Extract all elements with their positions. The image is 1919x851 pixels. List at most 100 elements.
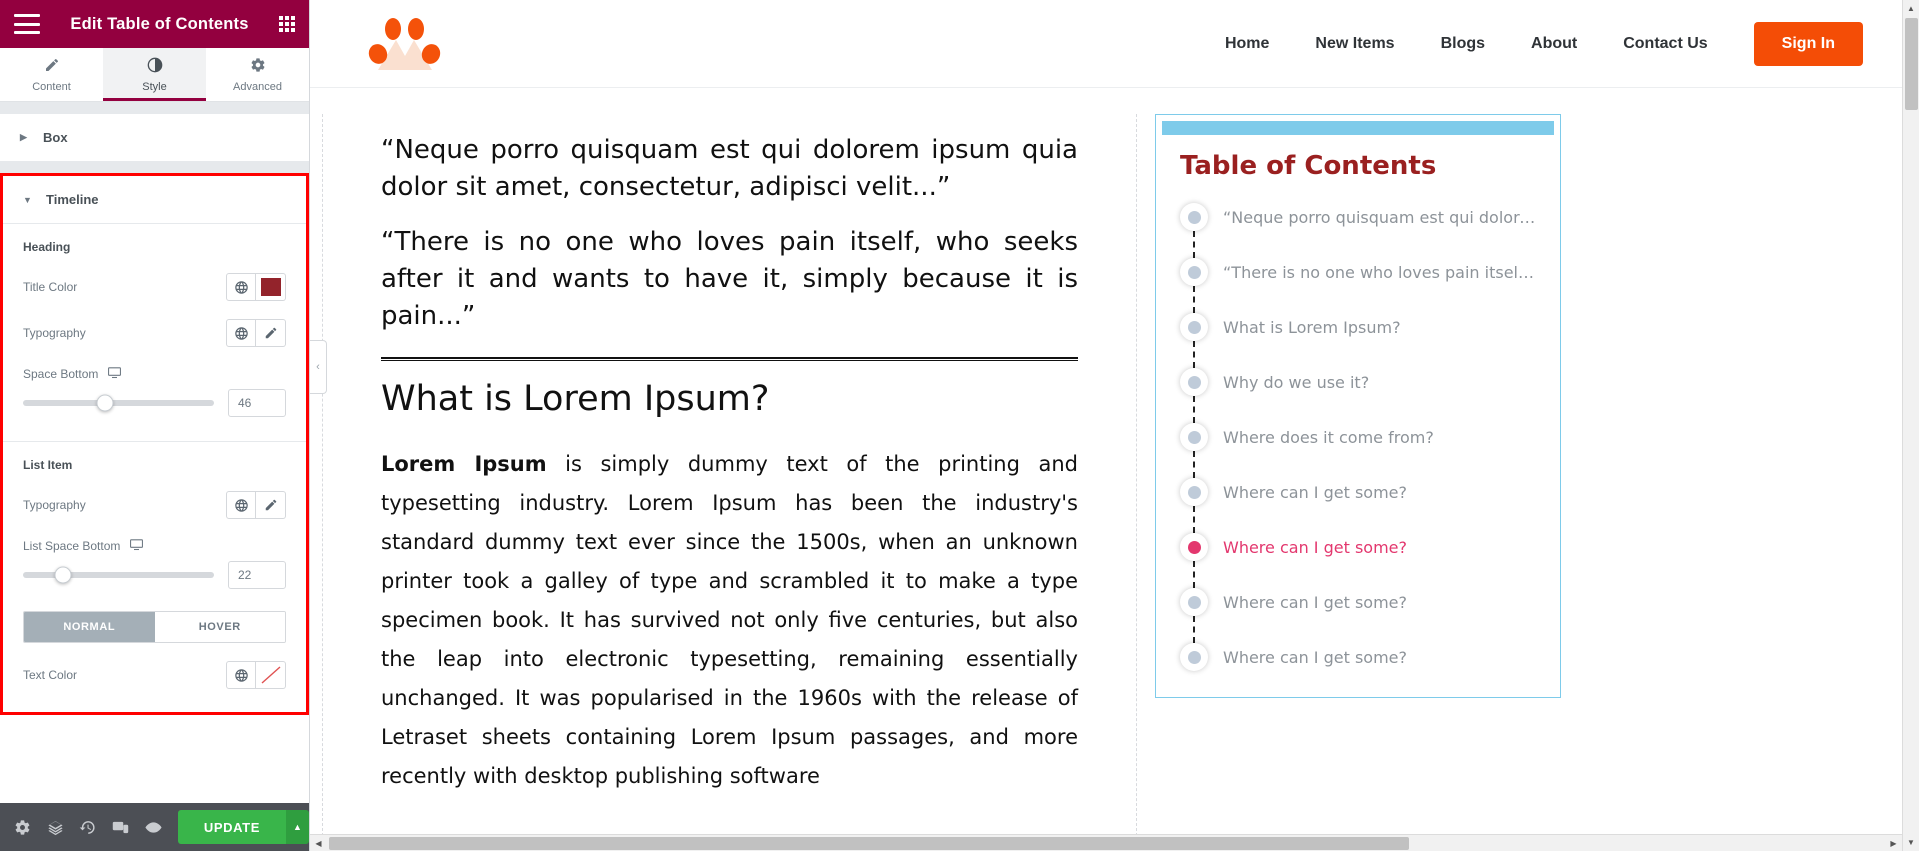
accordion-timeline[interactable]: ▼ Timeline bbox=[3, 176, 306, 223]
toc-item-dot-icon bbox=[1187, 210, 1201, 224]
toc-list-item[interactable]: Where can I get some? bbox=[1180, 588, 1536, 643]
toc-list-item[interactable]: Where can I get some? bbox=[1180, 478, 1536, 533]
group-label-heading: Heading bbox=[23, 240, 71, 254]
toc-item-marker bbox=[1180, 203, 1208, 231]
toc-item-dot-icon bbox=[1187, 430, 1201, 444]
preview-eye-icon[interactable] bbox=[137, 803, 170, 851]
desktop-icon[interactable] bbox=[129, 537, 144, 555]
nav-item-new-items[interactable]: New Items bbox=[1315, 35, 1394, 53]
toc-connector-line bbox=[1193, 506, 1195, 533]
toc-item-label: Where can I get some? bbox=[1223, 592, 1407, 612]
row-text-color: Text Color bbox=[23, 647, 286, 698]
globe-icon[interactable] bbox=[226, 661, 256, 689]
toc-item-dot-icon bbox=[1187, 485, 1201, 499]
row-heading-typography: Typography bbox=[23, 310, 286, 356]
color-chip-empty bbox=[260, 666, 281, 684]
toc-title: Table of Contents bbox=[1180, 151, 1437, 181]
toc-connector-line bbox=[1193, 341, 1195, 368]
toc-item-label: Where can I get some? bbox=[1223, 482, 1407, 502]
toc-connector-line bbox=[1193, 396, 1195, 423]
tab-style[interactable]: Style bbox=[103, 48, 206, 101]
responsive-mode-icon[interactable] bbox=[104, 803, 137, 851]
space-bottom-slider[interactable] bbox=[23, 394, 214, 412]
brand-logo[interactable] bbox=[366, 16, 444, 72]
article-quote-1: “Neque porro quisquam est qui dolorem ip… bbox=[381, 135, 1078, 202]
globe-icon[interactable] bbox=[226, 319, 256, 347]
panel-tabs: Content Style Advanced bbox=[0, 48, 309, 102]
text-color-swatch[interactable] bbox=[256, 661, 286, 689]
accordion-timeline-label: Timeline bbox=[46, 192, 99, 207]
timeline-controls: Heading Title Color Typography Space Bot… bbox=[3, 224, 306, 441]
site-nav: Home New Items Blogs About Contact Us Si… bbox=[444, 21, 1919, 66]
scroll-up-arrow-icon[interactable]: ▲ bbox=[1903, 0, 1919, 17]
toc-body: Table of Contents “Neque porro quisquam … bbox=[1162, 135, 1554, 691]
desktop-icon[interactable] bbox=[107, 365, 122, 383]
tab-advanced-label: Advanced bbox=[233, 80, 282, 93]
nav-item-about[interactable]: About bbox=[1531, 35, 1577, 53]
space-bottom-input[interactable]: 46 bbox=[228, 389, 286, 417]
toc-list-item[interactable]: Why do we use it? bbox=[1180, 368, 1536, 423]
list-space-bottom-slider[interactable] bbox=[23, 566, 214, 584]
timeline-section-highlight: ▼ Timeline Heading Title Color Typograph… bbox=[0, 173, 309, 715]
toc-list-item[interactable]: What is Lorem Ipsum? bbox=[1180, 313, 1536, 368]
toc-list-item[interactable]: “There is no one who loves pain itself, … bbox=[1180, 258, 1536, 313]
history-icon[interactable] bbox=[72, 803, 105, 851]
sign-in-button[interactable]: Sign In bbox=[1753, 21, 1863, 66]
scroll-right-arrow-icon[interactable]: ▶ bbox=[1885, 839, 1902, 848]
toc-item-dot-icon bbox=[1187, 320, 1201, 334]
tab-hover[interactable]: HOVER bbox=[154, 612, 285, 642]
horizontal-scroll-thumb[interactable] bbox=[329, 837, 1409, 850]
slider-knob[interactable] bbox=[96, 394, 114, 412]
accordion-box-label: Box bbox=[43, 130, 68, 145]
globe-icon[interactable] bbox=[226, 273, 256, 301]
update-options-caret-icon[interactable]: ▲ bbox=[286, 810, 310, 844]
slider-knob[interactable] bbox=[54, 566, 72, 584]
toc-item-label: Where can I get some? bbox=[1223, 647, 1407, 667]
hamburger-icon[interactable] bbox=[14, 14, 40, 34]
list-space-bottom-input[interactable]: 22 bbox=[228, 561, 286, 589]
scroll-left-arrow-icon[interactable]: ◀ bbox=[310, 839, 327, 848]
horizontal-scrollbar[interactable]: ◀ ▶ bbox=[310, 834, 1902, 851]
apps-grid-icon[interactable] bbox=[279, 16, 295, 32]
toc-item-dot-icon bbox=[1187, 375, 1201, 389]
toc-item-marker bbox=[1180, 533, 1208, 561]
tab-content[interactable]: Content bbox=[0, 48, 103, 101]
toc-list-item[interactable]: “Neque porro quisquam est qui dolorem i.… bbox=[1180, 203, 1536, 258]
toc-item-marker bbox=[1180, 588, 1208, 616]
nav-item-contact-us[interactable]: Contact Us bbox=[1623, 35, 1707, 53]
nav-item-blogs[interactable]: Blogs bbox=[1441, 35, 1485, 53]
site-preview: Home New Items Blogs About Contact Us Si… bbox=[310, 0, 1919, 851]
label-heading-typography: Typography bbox=[23, 326, 86, 340]
toc-connector-line bbox=[1193, 231, 1195, 258]
pencil-icon[interactable] bbox=[256, 491, 286, 519]
table-of-contents-widget[interactable]: Table of Contents “Neque porro quisquam … bbox=[1155, 114, 1561, 698]
scroll-down-arrow-icon[interactable]: ▼ bbox=[1903, 834, 1919, 851]
tab-normal[interactable]: NORMAL bbox=[24, 612, 155, 642]
vertical-scrollbar[interactable]: ▲ ▼ bbox=[1902, 0, 1919, 851]
layers-navigator-icon[interactable] bbox=[39, 803, 72, 851]
panel-collapse-handle[interactable]: ‹ bbox=[310, 340, 327, 394]
nav-item-home[interactable]: Home bbox=[1225, 35, 1269, 53]
globe-icon[interactable] bbox=[226, 491, 256, 519]
section-spacer bbox=[0, 102, 309, 114]
update-button[interactable]: UPDATE bbox=[177, 810, 286, 844]
toc-list: “Neque porro quisquam est qui dolorem i.… bbox=[1180, 203, 1536, 671]
tab-advanced[interactable]: Advanced bbox=[206, 48, 309, 101]
toc-item-marker bbox=[1180, 258, 1208, 286]
toc-list-item[interactable]: Where does it come from? bbox=[1180, 423, 1536, 478]
toc-item-marker bbox=[1180, 368, 1208, 396]
article-divider bbox=[381, 356, 1078, 361]
accordion-box[interactable]: ▶ Box bbox=[0, 114, 309, 161]
vertical-scroll-thumb[interactable] bbox=[1905, 18, 1918, 110]
toc-list-item[interactable]: Where can I get some? bbox=[1180, 643, 1536, 671]
article-column: “Neque porro quisquam est qui dolorem ip… bbox=[322, 114, 1137, 851]
settings-gear-icon[interactable] bbox=[6, 803, 39, 851]
pencil-icon[interactable] bbox=[256, 319, 286, 347]
tab-style-label: Style bbox=[142, 80, 167, 93]
toc-item-marker bbox=[1180, 313, 1208, 341]
title-color-swatch[interactable] bbox=[256, 273, 286, 301]
timeline-section: ▼ Timeline Heading Title Color Typograph… bbox=[3, 176, 306, 712]
space-bottom-label-text: Space Bottom bbox=[23, 367, 99, 381]
toc-list-item[interactable]: Where can I get some? bbox=[1180, 533, 1536, 588]
article-heading: What is Lorem Ipsum? bbox=[381, 378, 770, 419]
